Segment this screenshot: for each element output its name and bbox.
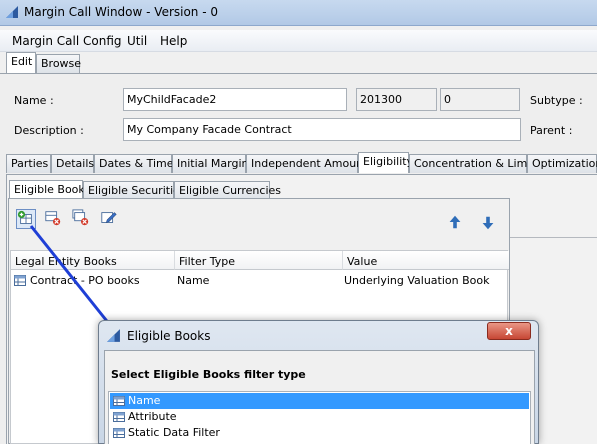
grid-icon	[113, 412, 125, 422]
list-item-label: Name	[128, 394, 161, 407]
grid-icon	[113, 396, 125, 406]
list-item-static-data-filter[interactable]: Static Data Filter	[110, 425, 529, 441]
list-item-name[interactable]: Name	[110, 393, 529, 409]
list-item-label: Static Data Filter	[128, 426, 220, 439]
close-icon: x	[505, 324, 513, 338]
grid-icon	[113, 428, 125, 438]
filter-type-list: Name Attribute Static Data Filter	[108, 391, 531, 444]
eligible-books-dialog: Eligible Books x Select Eligible Books f…	[98, 320, 539, 444]
dialog-title: Eligible Books	[127, 329, 211, 343]
list-item-attribute[interactable]: Attribute	[110, 409, 529, 425]
app-logo-icon	[107, 329, 120, 342]
dialog-body: Select Eligible Books filter type Name A…	[104, 350, 535, 444]
close-button[interactable]: x	[487, 322, 531, 340]
dialog-heading: Select Eligible Books filter type	[111, 368, 306, 381]
list-item-label: Attribute	[128, 410, 177, 423]
